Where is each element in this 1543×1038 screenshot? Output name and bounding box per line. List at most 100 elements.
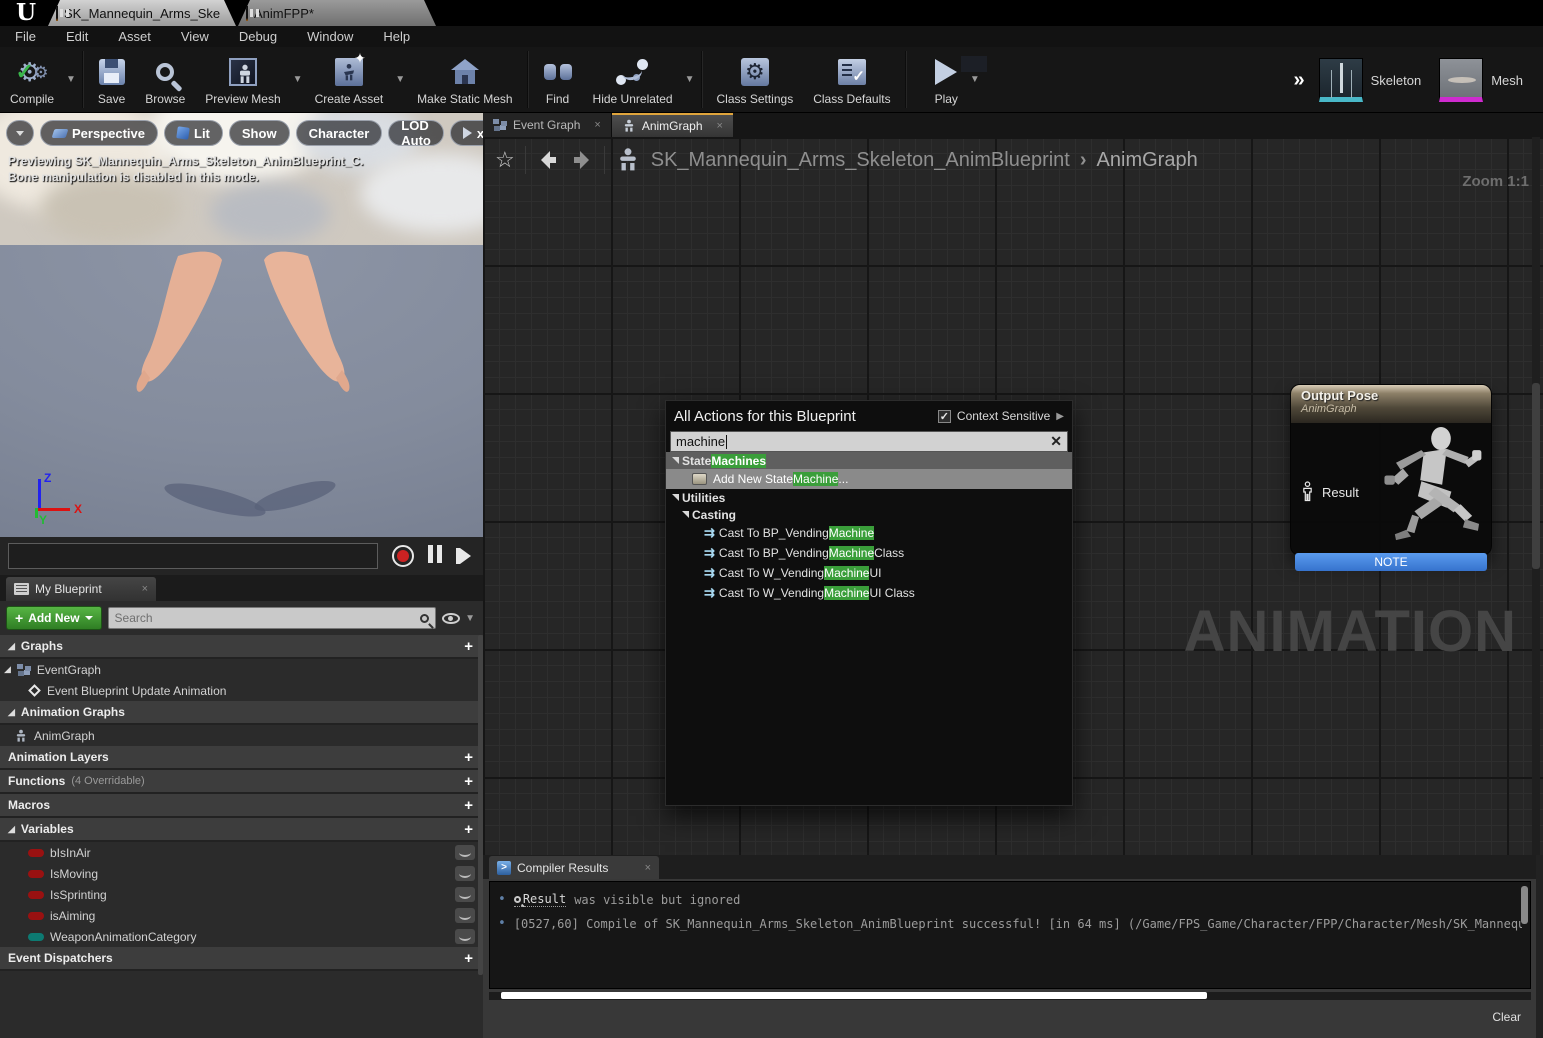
menu-window[interactable]: Window <box>292 26 368 47</box>
perspective-button[interactable]: Perspective <box>40 120 158 146</box>
make-static-mesh-button[interactable]: Make Static Mesh <box>407 47 522 112</box>
chevron-down-icon[interactable]: ▼ <box>64 74 78 85</box>
action-search-box[interactable]: machine ✕ <box>670 431 1068 452</box>
animation-layers-section-header[interactable]: Animation Layers + <box>0 746 483 770</box>
add-event-dispatcher-icon[interactable]: + <box>464 950 473 967</box>
scrollbar-thumb[interactable] <box>1521 886 1528 924</box>
close-icon[interactable]: × <box>430 6 437 20</box>
menu-debug[interactable]: Debug <box>224 26 292 47</box>
add-graph-icon[interactable]: + <box>464 638 473 655</box>
close-icon[interactable]: × <box>142 583 148 595</box>
variable-row[interactable]: bIsInAir <box>0 842 483 863</box>
animation-graphs-section-header[interactable]: ◢ Animation Graphs <box>0 701 483 725</box>
variable-row[interactable]: WeaponAnimationCategory <box>0 926 483 947</box>
category-state-machines[interactable]: State Machines <box>666 452 1072 469</box>
result-link[interactable]: Result <box>514 892 566 907</box>
eventgraph-item[interactable]: ◢ EventGraph <box>0 659 483 680</box>
menu-help[interactable]: Help <box>368 26 425 47</box>
playback-speed-button[interactable]: x1,0 <box>450 120 483 146</box>
graph-canvas[interactable]: ☆ SK_Mannequin_Arms_Skeleton_AnimBluepri… <box>483 137 1543 855</box>
event-dispatchers-section-header[interactable]: Event Dispatchers + <box>0 947 483 971</box>
preview-mesh-button[interactable]: Preview Mesh <box>195 47 290 112</box>
window-tab-skeleton-blueprint[interactable]: SK_Mannequin_Arms_Ske × <box>48 0 236 26</box>
functions-section-header[interactable]: Functions (4 Overridable) + <box>0 770 483 794</box>
action-cast-to-w-vendingmachineui-class[interactable]: ⇉ Cast To W_VendingMachineUI Class <box>666 583 1072 603</box>
compile-button[interactable]: ✓ ⚙ ⚙ Compile <box>0 47 64 112</box>
variable-visibility-toggle[interactable] <box>455 866 475 881</box>
menu-file[interactable]: File <box>0 26 51 47</box>
viewport-options-dropdown[interactable] <box>6 120 34 146</box>
close-icon[interactable]: × <box>717 120 723 132</box>
expand-icon[interactable]: ◢ <box>8 641 15 652</box>
skeleton-mode-label[interactable]: Skeleton <box>1371 73 1422 88</box>
action-add-new-state-machine[interactable]: Add New State Machine... <box>666 469 1072 489</box>
menu-edit[interactable]: Edit <box>51 26 103 47</box>
event-update-animation-item[interactable]: Event Blueprint Update Animation <box>0 680 483 701</box>
scrollbar-thumb[interactable] <box>1532 383 1540 569</box>
breadcrumb-root[interactable]: SK_Mannequin_Arms_Skeleton_AnimBlueprint <box>651 149 1070 172</box>
expand-icon[interactable]: ◢ <box>4 664 11 675</box>
context-sensitive-checkbox[interactable]: ✓ <box>938 410 951 423</box>
chevron-down-icon[interactable]: ▼ <box>968 74 982 85</box>
window-tab-animfpp[interactable]: AnimFPP* × <box>238 0 436 26</box>
variable-visibility-toggle[interactable] <box>455 887 475 902</box>
close-icon[interactable]: × <box>594 119 600 131</box>
compiler-results-tab[interactable]: > Compiler Results × <box>489 856 659 879</box>
variables-section-header[interactable]: ◢ Variables + <box>0 818 483 842</box>
preview-viewport[interactable]: Perspective Lit Show Character LOD Auto … <box>0 113 483 575</box>
save-button[interactable]: Save <box>88 47 135 112</box>
chevron-down-icon[interactable]: ▼ <box>291 74 305 85</box>
action-cast-to-bp-vendingmachine[interactable]: ⇉ Cast To BP_VendingMachine <box>666 523 1072 543</box>
chevron-double-right-icon[interactable]: » <box>1293 69 1304 92</box>
animgraph-tab[interactable]: AnimGraph × <box>612 113 733 137</box>
play-button[interactable]: Play <box>911 47 968 112</box>
compiler-log[interactable]: • Result was visible but ignored • [0527… <box>489 881 1531 989</box>
mesh-mode-label[interactable]: Mesh <box>1491 73 1523 88</box>
add-variable-icon[interactable]: + <box>464 821 473 838</box>
browse-button[interactable]: Browse <box>135 47 195 112</box>
expand-icon[interactable]: ◢ <box>8 707 15 718</box>
variable-row[interactable]: IsSprinting <box>0 884 483 905</box>
clear-button[interactable]: Clear <box>1492 1010 1521 1024</box>
chevron-right-icon[interactable]: ▶ <box>1056 411 1064 422</box>
add-macro-icon[interactable]: + <box>464 797 473 814</box>
action-cast-to-bp-vendingmachine-class[interactable]: ⇉ Cast To BP_VendingMachine Class <box>666 543 1072 563</box>
forward-arrow-icon[interactable] <box>570 148 594 172</box>
menu-asset[interactable]: Asset <box>103 26 166 47</box>
chevron-down-icon[interactable]: ▼ <box>393 74 407 85</box>
scrollbar-track[interactable] <box>489 992 1531 1000</box>
graphs-section-header[interactable]: ◢ Graphs + <box>0 635 483 659</box>
character-button[interactable]: Character <box>296 120 383 146</box>
category-utilities[interactable]: Utilities <box>666 489 1072 506</box>
my-blueprint-tab[interactable]: My Blueprint × <box>6 577 156 601</box>
favorite-star-icon[interactable]: ☆ <box>495 147 515 173</box>
action-cast-to-w-vendingmachineui[interactable]: ⇉ Cast To W_VendingMachineUI <box>666 563 1072 583</box>
event-graph-tab[interactable]: Event Graph × <box>483 113 612 137</box>
variable-row[interactable]: isAiming <box>0 905 483 926</box>
variable-visibility-toggle[interactable] <box>455 908 475 923</box>
visibility-filter-button[interactable]: ▼ <box>442 613 477 624</box>
menu-view[interactable]: View <box>166 26 224 47</box>
find-button[interactable]: Find <box>533 47 583 112</box>
lod-auto-button[interactable]: LOD Auto <box>388 120 444 146</box>
result-pin[interactable]: Result <box>1301 481 1359 503</box>
chevron-down-icon[interactable]: ▼ <box>683 74 697 85</box>
variable-visibility-toggle[interactable] <box>455 929 475 944</box>
class-defaults-button[interactable]: Class Defaults <box>803 47 900 112</box>
step-forward-button[interactable] <box>456 548 471 564</box>
back-arrow-icon[interactable] <box>536 148 560 172</box>
add-function-icon[interactable]: + <box>464 773 473 790</box>
node-note-bar[interactable]: NOTE <box>1295 553 1487 571</box>
macros-section-header[interactable]: Macros + <box>0 794 483 818</box>
scrollbar-track[interactable] <box>1536 855 1543 1038</box>
variable-visibility-toggle[interactable] <box>455 845 475 860</box>
scrollbar-thumb[interactable] <box>501 992 1207 999</box>
add-new-button[interactable]: + Add New <box>6 606 102 630</box>
mesh-mode-thumbnail[interactable] <box>1439 58 1483 102</box>
blueprint-search-box[interactable] <box>108 607 437 629</box>
variable-row[interactable]: IsMoving <box>0 863 483 884</box>
breadcrumb-current[interactable]: AnimGraph <box>1097 149 1198 172</box>
close-icon[interactable]: × <box>645 862 651 874</box>
hide-unrelated-button[interactable]: Hide Unrelated <box>583 47 683 112</box>
add-animation-layer-icon[interactable]: + <box>464 749 473 766</box>
